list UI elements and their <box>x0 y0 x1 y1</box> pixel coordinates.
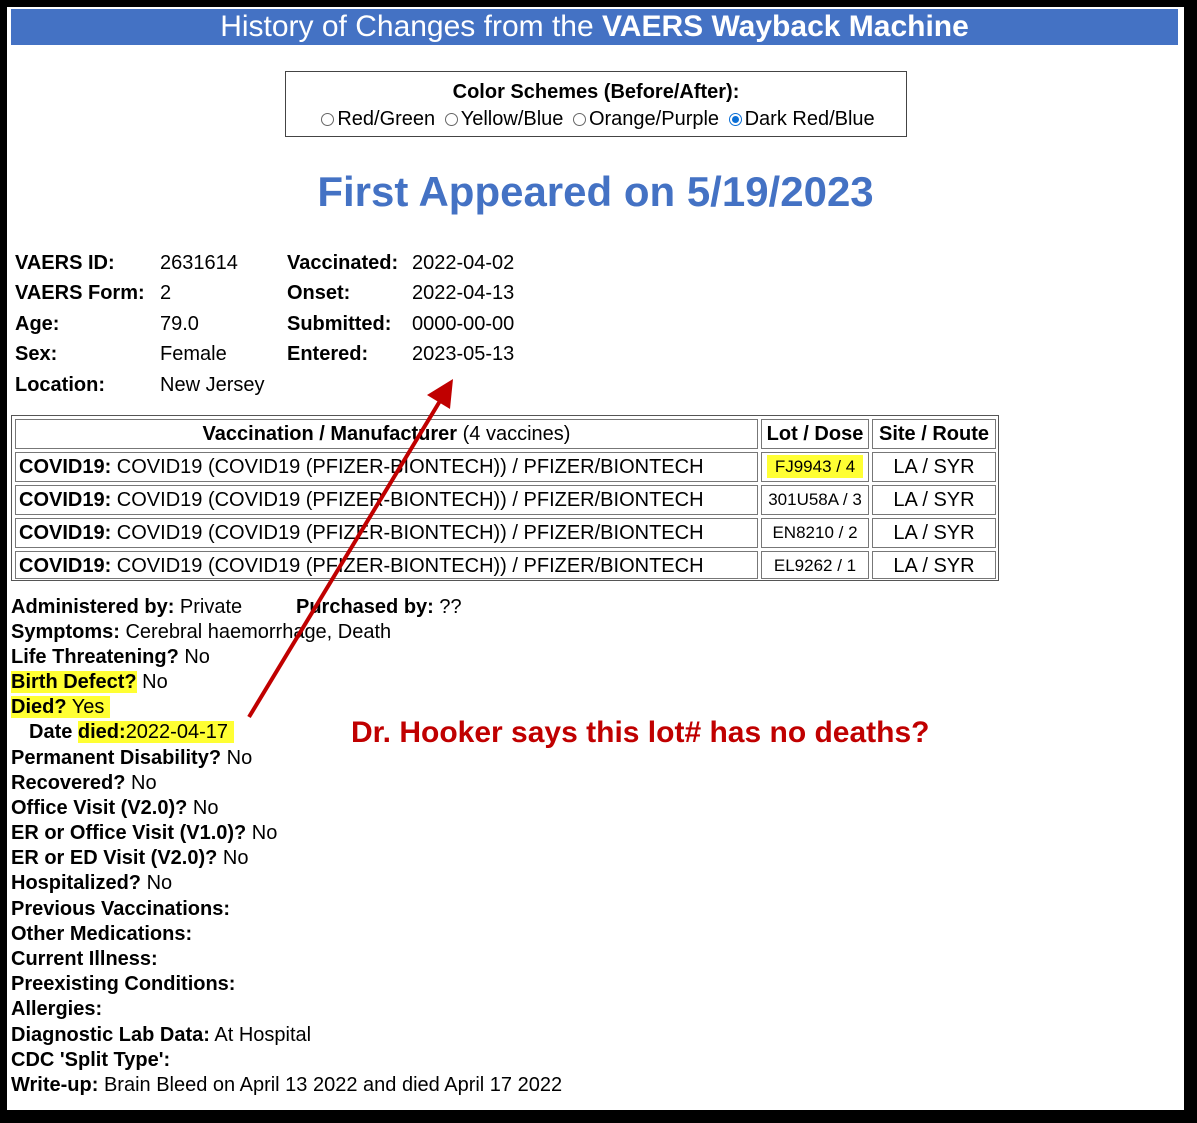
arrow-shaft <box>247 394 445 719</box>
annotation-arrow <box>247 379 453 719</box>
page-frame: History of Changes from the VAERS Waybac… <box>7 7 1184 1110</box>
